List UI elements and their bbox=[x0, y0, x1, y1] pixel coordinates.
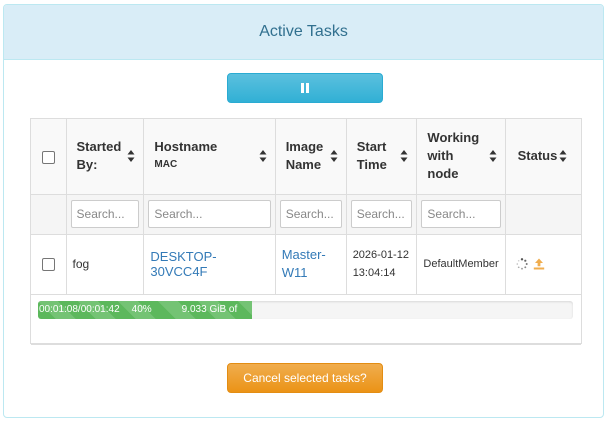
filter-cell bbox=[143, 193, 276, 235]
hostname-link[interactable]: DESKTOP-30VCC4F bbox=[150, 249, 216, 279]
row-checkbox[interactable] bbox=[41, 258, 55, 272]
cell-node: DefaultMember bbox=[416, 234, 506, 295]
search-start-time-input[interactable] bbox=[350, 200, 413, 228]
pause-icon bbox=[301, 83, 309, 93]
search-started-by-input[interactable] bbox=[70, 200, 140, 228]
column-sub-label: MAC bbox=[154, 159, 178, 171]
active-tasks-panel: Active Tasks Started By: Hostname MAC Im… bbox=[3, 4, 604, 418]
filter-empty-cell bbox=[31, 193, 67, 235]
column-started-by[interactable]: Started By: bbox=[65, 119, 145, 195]
progress-percent: 40% bbox=[131, 303, 152, 315]
table-row: fog DESKTOP-30VCC4F Master- W11 2026-01-1… bbox=[31, 234, 581, 295]
row-select-cell bbox=[31, 234, 67, 295]
column-image-name[interactable]: Image Name bbox=[274, 119, 347, 195]
filter-cell bbox=[274, 193, 347, 235]
progress-bar: 00:01:08/00:01:42 40% 9.033 GiB of bbox=[38, 300, 573, 319]
column-working-node[interactable]: Working with node bbox=[416, 119, 506, 195]
sort-icon bbox=[400, 150, 408, 163]
column-start-time[interactable]: Start Time bbox=[345, 119, 418, 195]
panel-title: Active Tasks bbox=[259, 23, 348, 40]
filter-empty-cell bbox=[504, 193, 581, 235]
spinner-icon bbox=[516, 258, 528, 270]
sort-icon bbox=[559, 150, 567, 163]
sort-icon bbox=[127, 150, 135, 163]
cell-hostname: DESKTOP-30VCC4F bbox=[143, 234, 276, 295]
select-all-cell bbox=[31, 119, 67, 195]
progress-bar-fill: 00:01:08/00:01:42 40% 9.033 GiB of bbox=[38, 300, 252, 319]
select-all-checkbox[interactable] bbox=[41, 150, 55, 164]
progress-cell: 00:01:08/00:01:42 40% 9.033 GiB of bbox=[31, 293, 581, 345]
sort-icon bbox=[330, 150, 338, 163]
progress-time: 00:01:08/00:01:42 bbox=[39, 303, 120, 315]
tasks-table: Started By: Hostname MAC Image Name Start… bbox=[31, 119, 581, 345]
cell-status bbox=[504, 234, 581, 295]
cell-started-by: fog bbox=[65, 234, 145, 295]
filter-cell bbox=[65, 193, 145, 235]
progress-row: 00:01:08/00:01:42 40% 9.033 GiB of bbox=[31, 293, 581, 345]
image-name-link[interactable]: Master- W11 bbox=[282, 247, 326, 280]
tasks-table-container: Started By: Hostname MAC Image Name Start… bbox=[30, 118, 582, 345]
column-status[interactable]: Status bbox=[504, 119, 581, 195]
search-node-input[interactable] bbox=[421, 200, 501, 228]
cell-image-name: Master- W11 bbox=[274, 234, 347, 295]
filter-cell bbox=[416, 193, 506, 235]
upload-icon[interactable] bbox=[533, 258, 545, 270]
sort-icon bbox=[489, 150, 497, 163]
cell-start-time: 2026-01-12 13:04:14 bbox=[345, 234, 418, 295]
pause-button[interactable] bbox=[227, 73, 383, 103]
column-hostname[interactable]: Hostname MAC bbox=[143, 119, 276, 195]
search-hostname-input[interactable] bbox=[148, 200, 271, 228]
panel-heading: Active Tasks bbox=[4, 5, 603, 60]
filter-cell bbox=[345, 193, 418, 235]
cancel-selected-tasks-button[interactable]: Cancel selected tasks? bbox=[227, 363, 383, 393]
progress-size: 9.033 GiB of bbox=[181, 303, 238, 315]
search-image-name-input[interactable] bbox=[279, 200, 342, 228]
sort-icon bbox=[259, 150, 267, 163]
